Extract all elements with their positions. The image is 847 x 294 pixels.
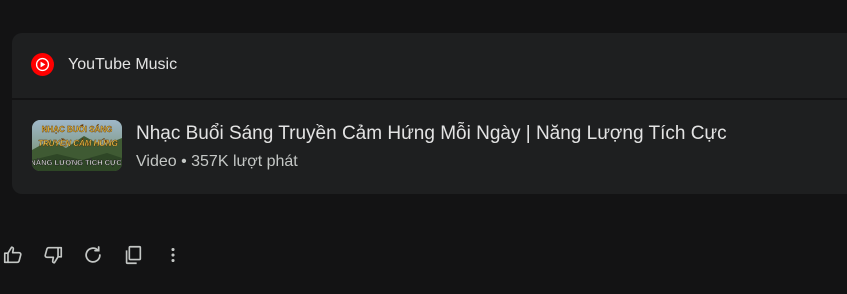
thumbs-down-icon[interactable] [40, 242, 66, 268]
result-meta: Video • 357K lượt phát [136, 153, 298, 170]
thumbs-up-icon[interactable] [0, 242, 26, 268]
music-result-item[interactable]: NHẠC BUỔI SÁNG TRUYỀN CẢM HỨNG NĂNG LƯỢN… [12, 100, 847, 194]
youtube-music-icon [31, 53, 54, 76]
video-thumbnail[interactable]: NHẠC BUỔI SÁNG TRUYỀN CẢM HỨNG NĂNG LƯỢN… [32, 120, 122, 171]
result-title[interactable]: Nhạc Buổi Sáng Truyền Cảm Hứng Mỗi Ngày … [136, 122, 727, 146]
regenerate-icon[interactable] [80, 242, 106, 268]
thumbnail-text-1: NHẠC BUỔI SÁNG [42, 125, 113, 134]
thumbnail-text-3: NĂNG LƯỢNG TÍCH CỰC [32, 158, 122, 167]
copy-icon[interactable] [120, 242, 146, 268]
thumbnail-text-2: TRUYỀN CẢM HỨNG [38, 138, 118, 148]
card-header: YouTube Music [12, 33, 847, 97]
more-vert-icon[interactable] [160, 242, 186, 268]
search-result-card: YouTube Music NHẠC BUỔI SÁNG TRUYỀN CẢM … [12, 33, 847, 194]
source-name[interactable]: YouTube Music [68, 55, 177, 75]
